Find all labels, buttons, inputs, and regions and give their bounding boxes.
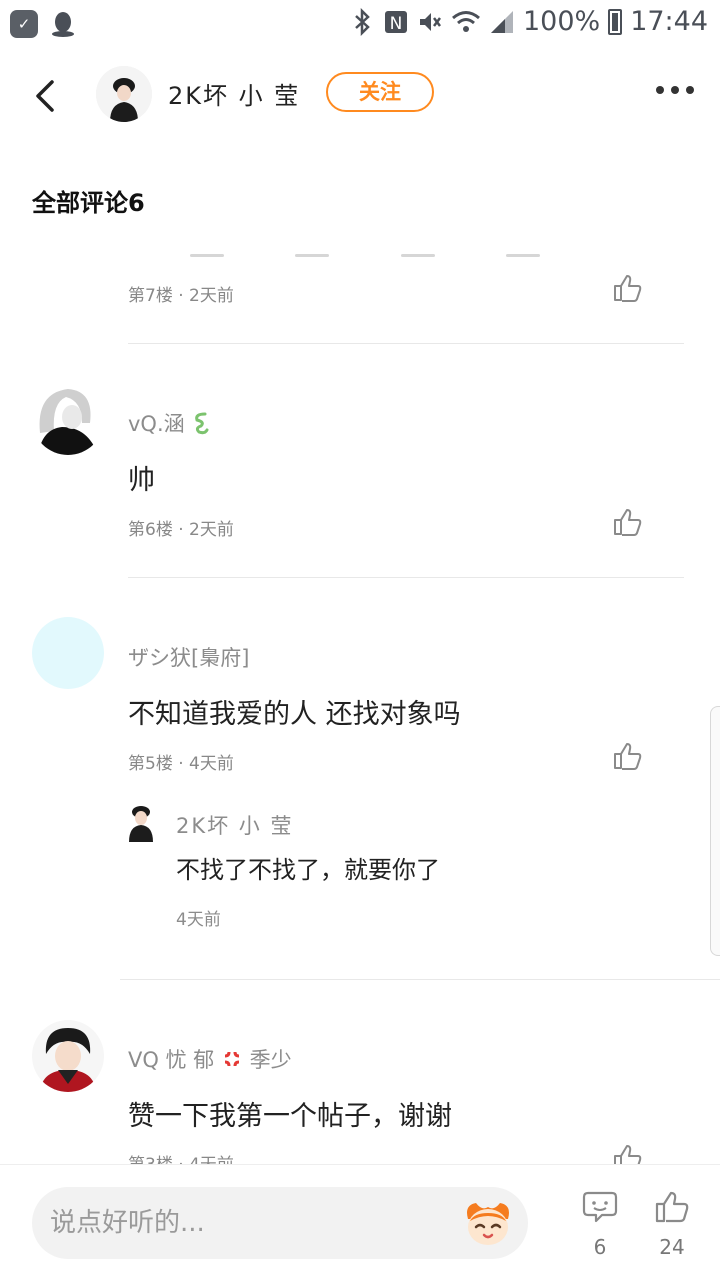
back-arrow-icon[interactable]	[28, 76, 64, 116]
commenter-name[interactable]: VQ 忧 郁 季少	[128, 1044, 292, 1074]
follow-button[interactable]: 关注	[326, 72, 434, 112]
comment-count: 6	[593, 1235, 607, 1259]
status-bar: ✓ N 100% 17:44	[0, 0, 720, 48]
qq-icon	[52, 12, 74, 37]
reply-text: 不找了不找了，就要你了	[176, 856, 440, 884]
signal-icon	[490, 10, 513, 33]
svg-text:N: N	[390, 14, 403, 34]
clipped-content	[190, 254, 540, 258]
reply-author-avatar[interactable]	[126, 804, 156, 842]
commenter-avatar[interactable]	[32, 617, 104, 689]
anger-symbol-icon	[224, 1051, 240, 1067]
comment-text: 赞一下我第一个帖子，谢谢	[128, 1101, 452, 1132]
reply-time: 4天前	[176, 910, 221, 930]
commenter-name[interactable]: vQ.涵	[128, 408, 211, 438]
comment-input-bar: 6 24	[0, 1164, 720, 1280]
emoji-mascot-icon[interactable]	[462, 1197, 514, 1249]
check-app-icon: ✓	[10, 10, 38, 38]
divider	[120, 979, 720, 980]
scrollbar[interactable]	[710, 706, 720, 956]
post-header: 2K坏 小 莹 关注	[0, 56, 720, 132]
commenter-avatar[interactable]	[32, 383, 104, 455]
comment-floor-time: 第7楼 · 2天前	[128, 286, 234, 306]
comment-text: 帅	[128, 465, 155, 496]
comment-floor-time: 第5楼 · 4天前	[128, 754, 234, 774]
thumbs-up-icon[interactable]	[612, 272, 644, 304]
comment-text: 不知道我爱的人 还找对象吗	[128, 699, 461, 730]
nfc-icon: N	[384, 10, 407, 34]
clock: 17:44	[630, 6, 708, 37]
comment-bubble-icon	[582, 1191, 618, 1223]
divider	[128, 577, 684, 578]
mute-icon	[419, 12, 441, 31]
wifi-icon	[452, 10, 480, 32]
battery-percent: 100%	[522, 6, 601, 37]
comment-input[interactable]	[50, 1201, 450, 1245]
comment-input-pill[interactable]	[32, 1187, 528, 1259]
battery-charging-icon	[608, 8, 623, 35]
commenter-avatar[interactable]	[32, 1020, 104, 1092]
author-avatar[interactable]	[96, 66, 152, 122]
snake-zodiac-icon	[195, 412, 209, 435]
author-name[interactable]: 2K坏 小 莹	[168, 76, 300, 111]
reply-author-name[interactable]: 2K坏 小 莹	[176, 810, 293, 840]
comment-floor-time: 第6楼 · 2天前	[128, 520, 234, 540]
more-options-icon[interactable]	[656, 86, 694, 94]
comments-section-title: 全部评论6	[32, 189, 145, 217]
bluetooth-icon	[355, 7, 370, 36]
like-count: 24	[659, 1235, 685, 1259]
thumbs-up-icon	[655, 1191, 689, 1223]
thumbs-up-icon[interactable]	[612, 506, 644, 538]
commenter-name[interactable]: ザシ犾[梟府]	[128, 642, 249, 672]
comments-button[interactable]: 6	[575, 1189, 625, 1259]
like-post-button[interactable]: 24	[647, 1189, 697, 1259]
divider	[128, 343, 684, 344]
thumbs-up-icon[interactable]	[612, 740, 644, 772]
